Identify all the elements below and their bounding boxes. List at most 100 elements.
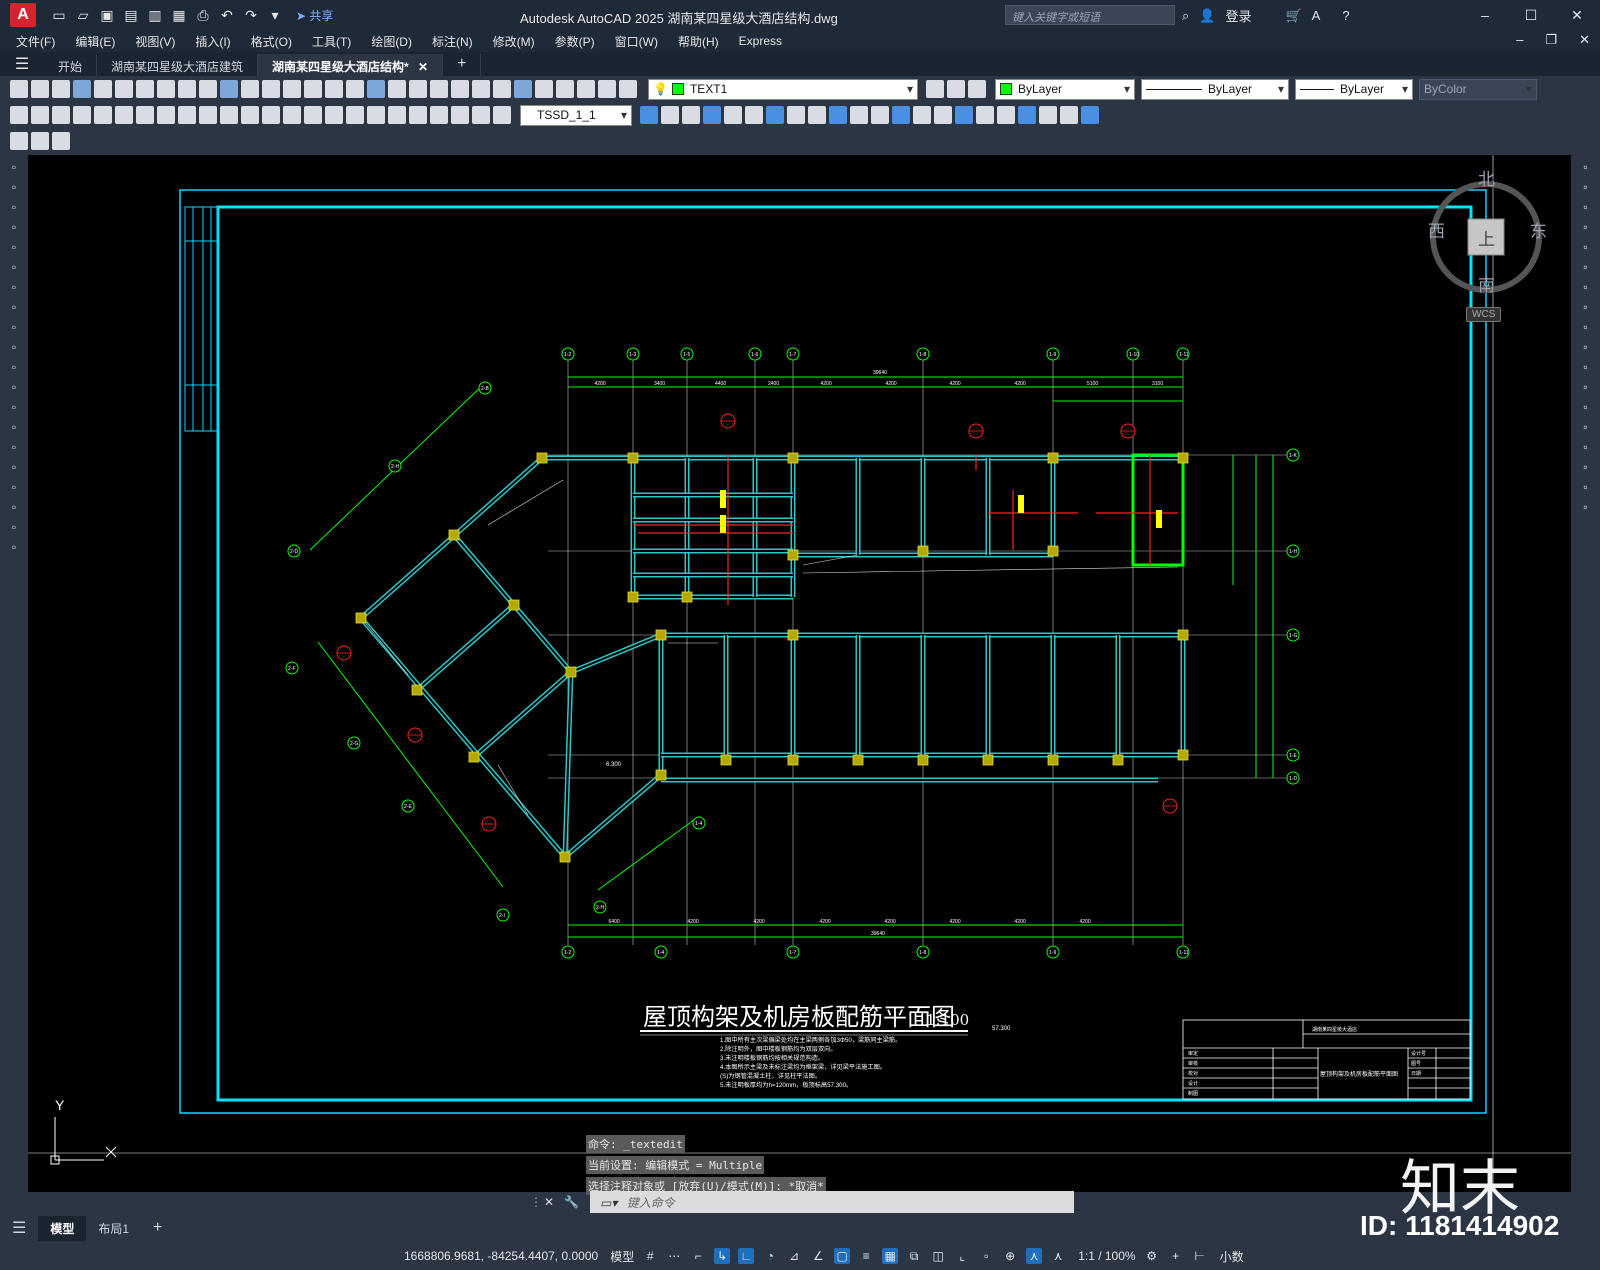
selection-filter-icon[interactable]: ▫ [978,1248,994,1264]
dimension-tool-icon[interactable] [115,106,133,124]
dimension-tool-icon[interactable] [199,106,217,124]
standard-tool-icon[interactable] [514,80,532,98]
undo-icon[interactable]: ↶ [218,6,236,24]
standard-tool-icon[interactable] [199,80,217,98]
autocad-logo-icon[interactable]: A [10,3,36,27]
rectangle-icon[interactable]: ▫ [6,239,22,255]
viewcube-face-top[interactable]: 上 [1478,225,1495,250]
polyline-icon[interactable]: ▫ [6,179,22,195]
layout-menu-icon[interactable]: ☰ [0,1214,38,1242]
dynamic-ucs-icon[interactable]: ⌞ [954,1248,970,1264]
dimension-tool-icon[interactable] [472,106,490,124]
doc-restore-icon[interactable]: ❐ [1545,32,1557,48]
standard-tool-icon[interactable] [31,80,49,98]
dimension-tool-icon[interactable] [388,106,406,124]
block-edit-icon[interactable] [10,132,28,150]
color-dropdown[interactable]: ByLayer [995,78,1135,100]
customize-qat-icon[interactable]: ▾ [266,6,284,24]
standard-tool-icon[interactable] [556,80,574,98]
add-selected-icon[interactable]: ▫ [6,539,22,555]
dimension-tool-icon[interactable] [136,106,154,124]
viewcube-west[interactable]: 西 [1428,217,1445,242]
standard-tool-icon[interactable] [178,80,196,98]
inquiry-tool-icon[interactable] [724,106,742,124]
dimension-tool-icon[interactable] [73,106,91,124]
menu-item[interactable]: 工具(T) [312,33,351,50]
cmd-grip-icon[interactable]: ⋮ [530,1195,542,1209]
inquiry-tool-icon[interactable] [892,106,910,124]
dimension-tool-icon[interactable] [241,106,259,124]
scale-icon[interactable]: ▫ [1578,299,1594,315]
standard-tool-icon[interactable] [220,80,238,98]
ellipse-arc-icon[interactable]: ▫ [6,359,22,375]
standard-tool-icon[interactable] [241,80,259,98]
tab-layout1[interactable]: 布局1 [86,1216,141,1241]
standard-tool-icon[interactable] [157,80,175,98]
inquiry-tool-icon[interactable] [745,106,763,124]
polygon-icon[interactable]: ▫ [6,219,22,235]
inquiry-tool-icon[interactable] [1060,106,1078,124]
command-input[interactable]: ▭▾ 键入命令 [590,1191,1074,1213]
menu-item[interactable]: 文件(F) [16,33,55,50]
standard-tool-icon[interactable] [304,80,322,98]
lineweight-dropdown[interactable]: ByLayer [1295,78,1413,100]
explode-icon[interactable]: ▫ [1578,499,1594,515]
break-icon[interactable]: ▫ [1578,399,1594,415]
inquiry-tool-icon[interactable] [808,106,826,124]
layer-dropdown[interactable]: 💡 TEXT1 [648,78,918,100]
standard-tool-icon[interactable] [493,80,511,98]
coordinate-readout[interactable]: 1668806.9681, -84254.4407, 0.0000 [404,1249,598,1263]
dimension-tool-icon[interactable] [304,106,322,124]
inquiry-tool-icon[interactable] [829,106,847,124]
text-style-dropdown[interactable]: TSSD_1_1 [520,104,632,126]
layer-tool-icon[interactable] [968,80,986,98]
standard-tool-icon[interactable] [577,80,595,98]
standard-tool-icon[interactable] [472,80,490,98]
erase-icon[interactable]: ▫ [1578,159,1594,175]
cart-icon[interactable]: 🛒 [1285,8,1301,24]
dimension-tool-icon[interactable] [430,106,448,124]
standard-tool-icon[interactable] [10,80,28,98]
standard-tool-icon[interactable] [346,80,364,98]
inquiry-tool-icon[interactable] [850,106,868,124]
plot-icon[interactable]: ⎙ [194,6,212,24]
inquiry-tool-icon[interactable] [871,106,889,124]
cmd-close-icon[interactable]: ✕ [544,1195,554,1209]
standard-tool-icon[interactable] [73,80,91,98]
redo-icon[interactable]: ↷ [242,6,260,24]
cmd-settings-icon[interactable]: 🔧 [564,1195,579,1209]
chamfer-icon[interactable]: ▫ [1578,439,1594,455]
join-icon[interactable]: ▫ [1578,419,1594,435]
mirror-icon[interactable]: ▫ [1578,199,1594,215]
open-folder-icon[interactable]: ▱ [74,6,92,24]
inquiry-tool-icon[interactable] [766,106,784,124]
viewcube-south[interactable]: 南 [1478,271,1495,296]
inquiry-tool-icon[interactable] [787,106,805,124]
make-block-icon[interactable]: ▫ [6,399,22,415]
tab-structure[interactable]: 湖南某四星级大酒店结构* ✕ [258,54,444,76]
viewcube[interactable]: 北 南 西 东 上 WCS [1428,165,1571,335]
menu-item[interactable]: 标注(N) [432,33,473,50]
autodesk-app-icon[interactable]: A [1312,8,1321,23]
standard-tool-icon[interactable] [430,80,448,98]
inquiry-tool-icon[interactable] [976,106,994,124]
standard-tool-icon[interactable] [94,80,112,98]
dimension-tool-icon[interactable] [325,106,343,124]
gizmo-icon[interactable]: ⊕ [1002,1248,1018,1264]
standard-tool-icon[interactable] [451,80,469,98]
user-icon[interactable]: 👤 [1199,8,1215,24]
doc-minimize-icon[interactable]: – [1516,32,1523,48]
dimension-tool-icon[interactable] [262,106,280,124]
doc-close-icon[interactable]: ✕ [1579,32,1590,48]
dimension-tool-icon[interactable] [451,106,469,124]
dimension-tool-icon[interactable] [10,106,28,124]
open-web-icon[interactable]: ▥ [146,6,164,24]
add-layout-button[interactable]: + [141,1215,174,1241]
close-icon[interactable]: ✕ [1554,0,1600,30]
menu-icon[interactable]: ☰ [0,54,44,76]
menu-item[interactable]: 编辑(E) [75,33,115,50]
layer-tool-icon[interactable] [926,80,944,98]
standard-tool-icon[interactable] [52,80,70,98]
revcloud-icon[interactable]: ▫ [6,299,22,315]
spline-icon[interactable]: ▫ [6,319,22,335]
